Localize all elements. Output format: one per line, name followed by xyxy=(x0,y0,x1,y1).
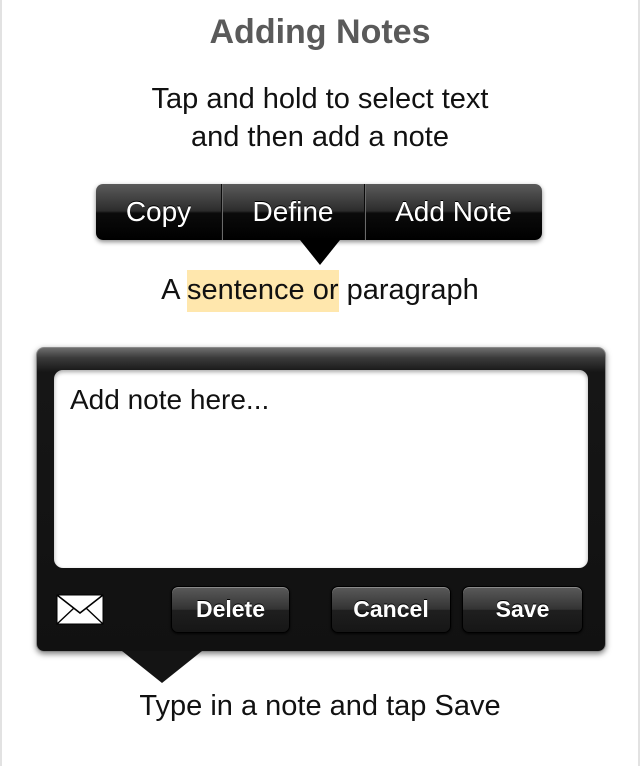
cancel-button[interactable]: Cancel xyxy=(331,586,451,633)
save-button[interactable]: Save xyxy=(462,586,583,633)
sample-text-before: A xyxy=(161,274,187,306)
instruction-text: Tap and hold to select text and then add… xyxy=(0,80,640,156)
sample-sentence: A sentence or paragraph xyxy=(0,270,640,312)
menu-item-add-note[interactable]: Add Note xyxy=(364,184,542,240)
menu-pointer-arrow xyxy=(300,240,340,265)
tutorial-page: Adding Notes Tap and hold to select text… xyxy=(0,0,640,766)
mail-icon[interactable] xyxy=(56,594,104,625)
delete-button[interactable]: Delete xyxy=(171,586,290,633)
text-selection-menu: Copy Define Add Note xyxy=(96,184,542,240)
selected-text-highlight[interactable]: sentence or xyxy=(186,270,339,312)
menu-item-define[interactable]: Define xyxy=(221,184,364,240)
note-text-area[interactable]: Add note here... xyxy=(54,370,588,568)
instruction-line-2: and then add a note xyxy=(190,121,449,153)
sample-text-after: paragraph xyxy=(338,274,479,306)
instruction-line-1: Tap and hold to select text xyxy=(151,83,489,115)
note-popover-pointer xyxy=(122,651,202,683)
page-title: Adding Notes xyxy=(209,13,431,51)
caption-text: Type in a note and tap Save xyxy=(139,690,501,722)
menu-item-copy[interactable]: Copy xyxy=(96,184,221,240)
